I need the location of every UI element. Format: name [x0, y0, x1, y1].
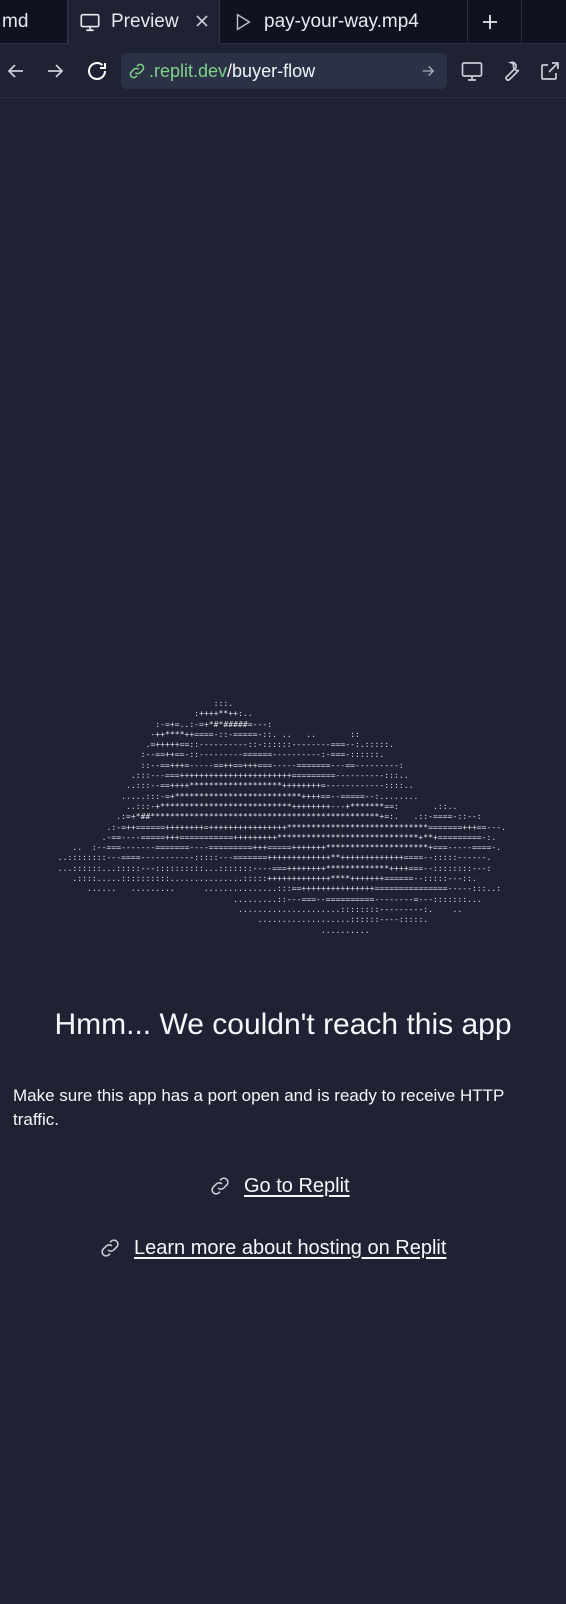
url-domain: .replit.dev	[149, 61, 228, 81]
tab-bar: md Preview pay-your-way.mp4	[0, 0, 566, 44]
link-icon	[129, 63, 145, 79]
tab-divider	[521, 0, 522, 44]
address-bar[interactable]: .replit.dev/buyer-flow	[121, 53, 447, 89]
url-path: /buyer-flow	[227, 61, 316, 81]
tab-label: md	[2, 11, 29, 32]
browser-toolbar: .replit.dev/buyer-flow	[0, 44, 566, 98]
tab-label: Preview	[111, 11, 179, 32]
learn-more-hosting-link[interactable]: Learn more about hosting on Replit	[98, 1236, 446, 1260]
play-icon	[236, 13, 251, 31]
external-link-icon[interactable]	[538, 59, 562, 83]
preview-content: :::. :++++**++:.. :-=+=..:-=+*#*#####=--…	[0, 98, 566, 1604]
arrow-right-icon[interactable]	[419, 62, 437, 80]
monitor-icon	[80, 13, 100, 32]
forward-arrow-icon[interactable]	[43, 59, 67, 83]
link-icon	[211, 1177, 229, 1195]
ascii-cloud-art: :::. :++++**++:.. :-=+=..:-=+*#*#####=--…	[0, 698, 566, 935]
link-label: Go to Replit	[244, 1174, 350, 1197]
wrench-icon[interactable]	[499, 59, 523, 83]
url-text[interactable]: .replit.dev/buyer-flow	[149, 61, 315, 82]
plus-icon[interactable]	[478, 10, 502, 34]
monitor-icon[interactable]	[460, 59, 484, 83]
reload-icon[interactable]	[85, 59, 109, 83]
back-arrow-icon[interactable]	[4, 59, 28, 83]
ascii-art-text: :::. :++++**++:.. :-=+=..:-=+*#*#####=--…	[57, 698, 507, 935]
tab-label: pay-your-way.mp4	[264, 11, 419, 32]
error-heading: Hmm... We couldn't reach this app	[54, 1008, 512, 1041]
tab-video[interactable]: pay-your-way.mp4	[222, 0, 468, 44]
link-icon	[101, 1239, 119, 1257]
tab-preview[interactable]: Preview	[68, 0, 220, 44]
close-icon[interactable]	[193, 12, 211, 30]
tab-md[interactable]: md	[0, 0, 68, 44]
error-message: Make sure this app has a port open and i…	[13, 1086, 505, 1129]
go-to-replit-link[interactable]: Go to Replit	[208, 1174, 350, 1198]
link-label: Learn more about hosting on Replit	[134, 1236, 447, 1259]
